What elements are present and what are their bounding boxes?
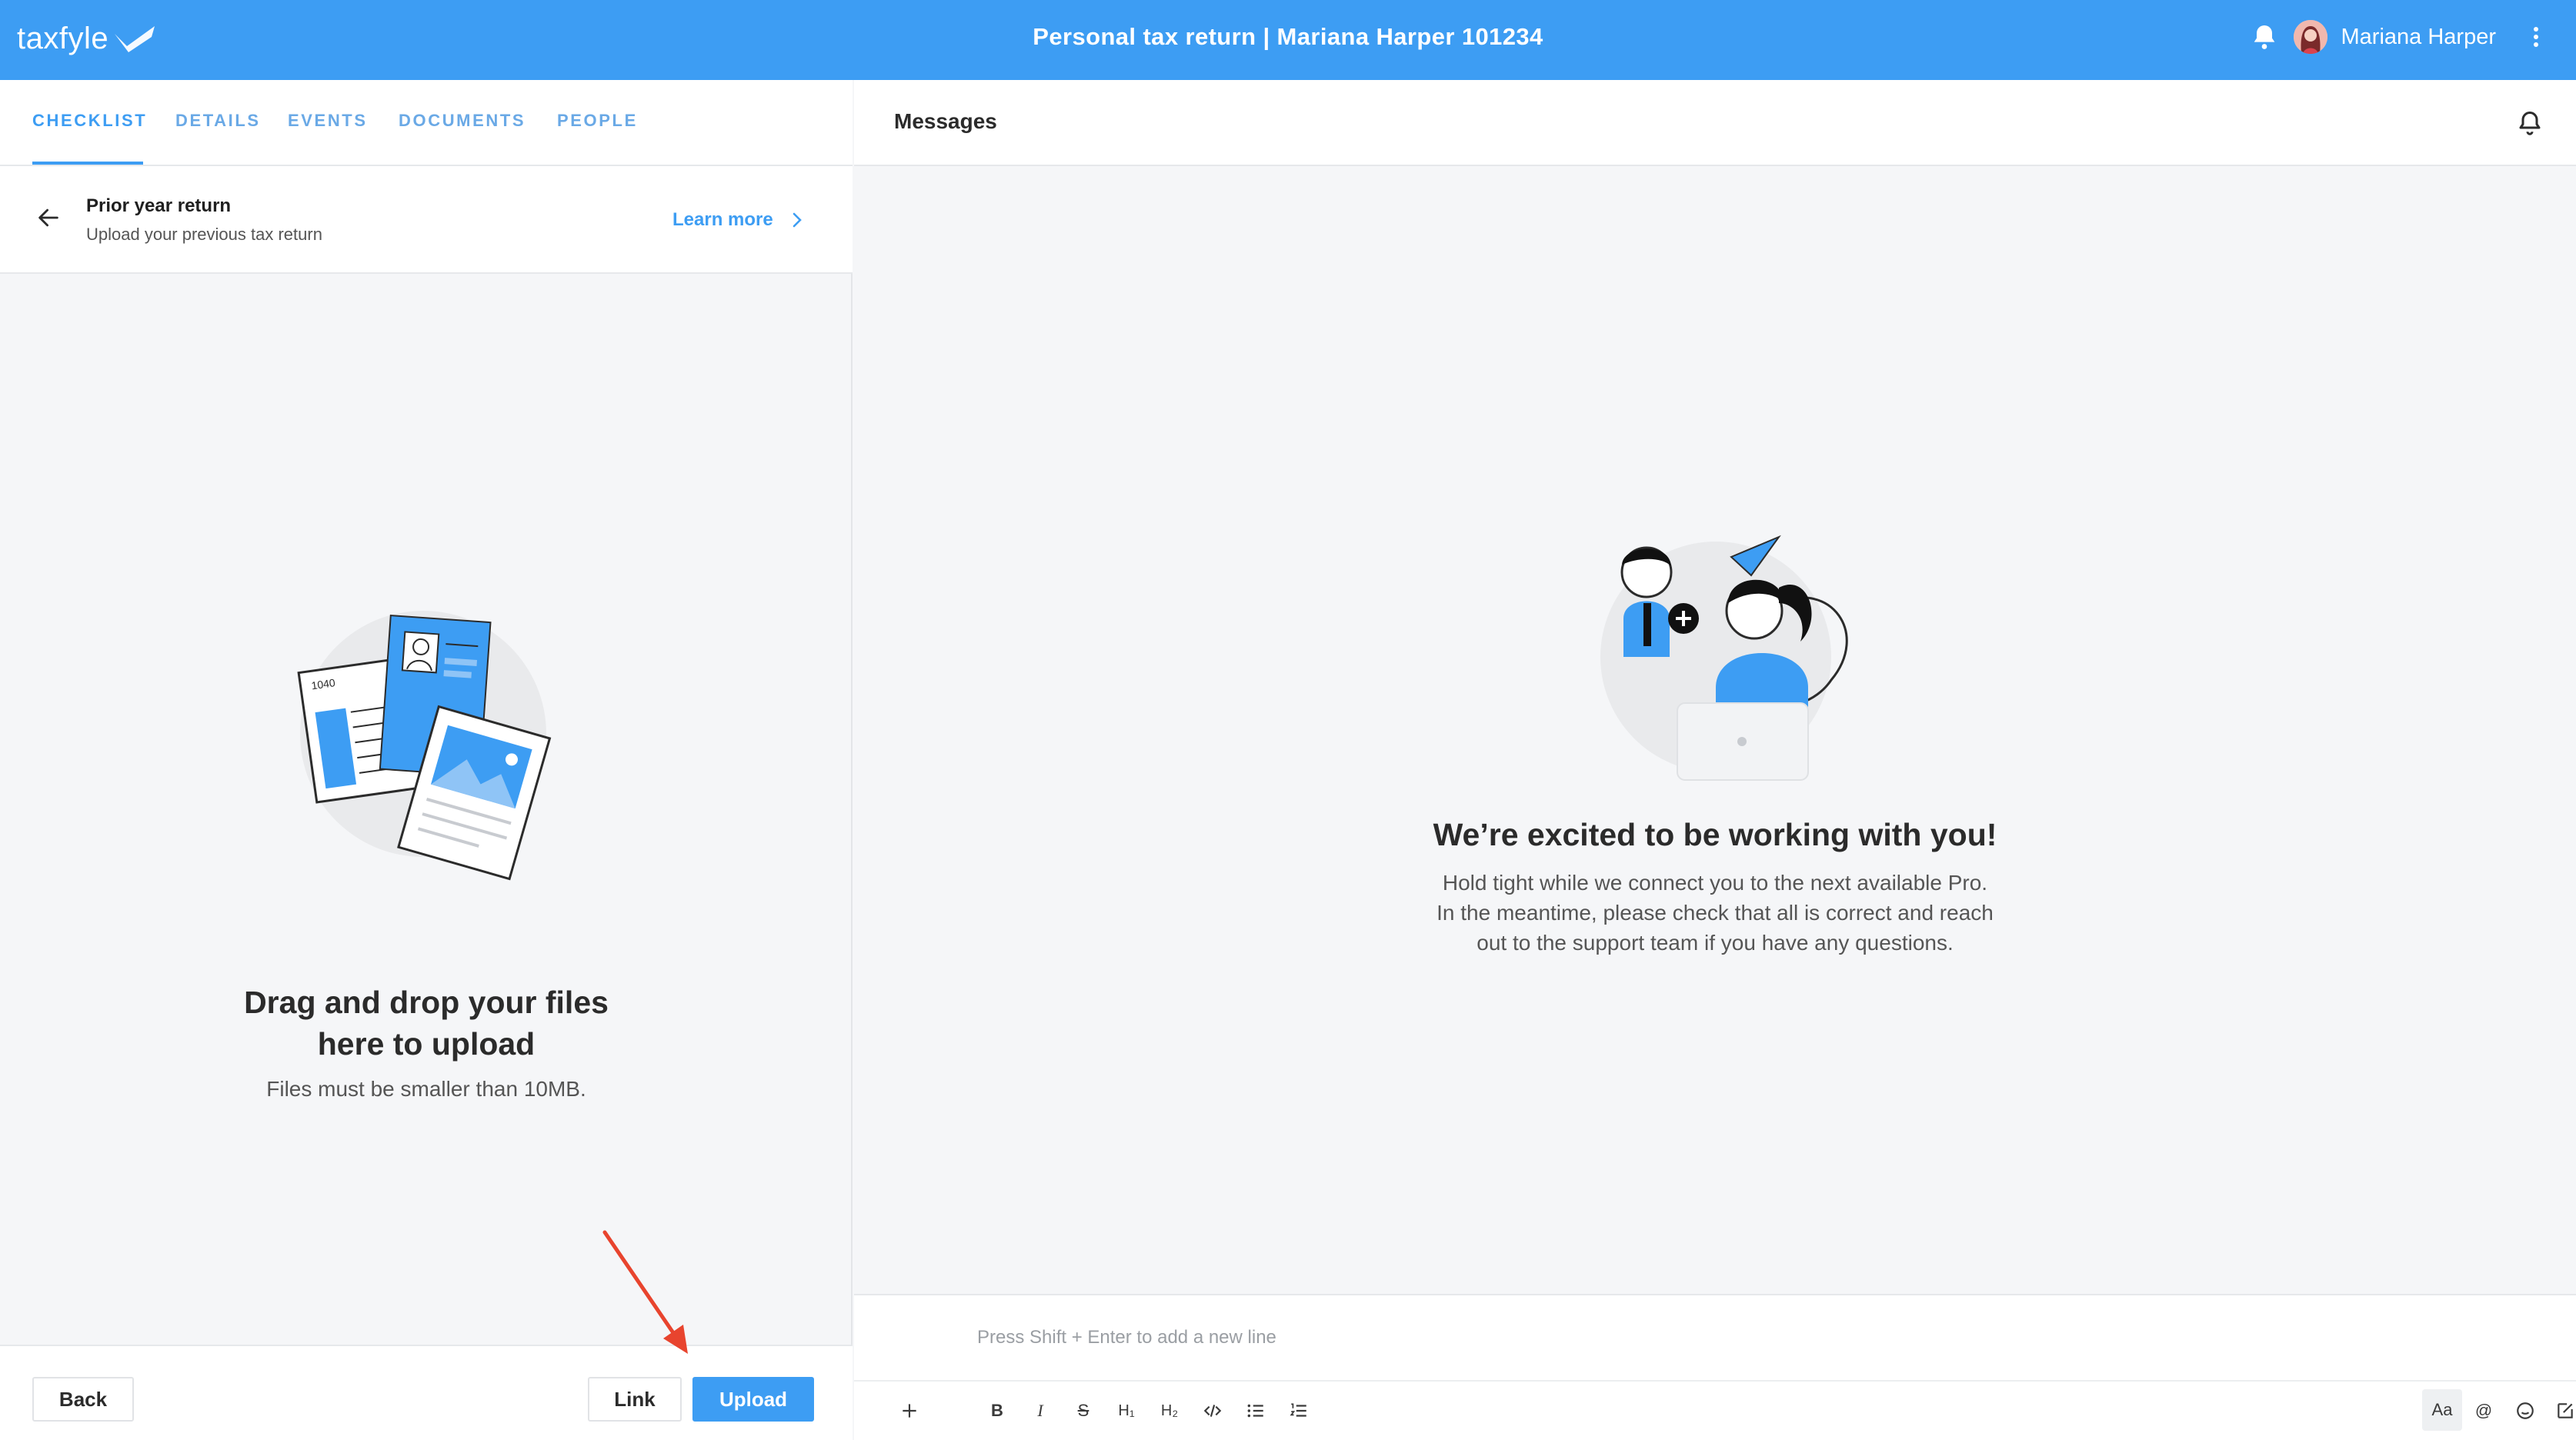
checklist-footer: Back Link Upload <box>0 1345 853 1440</box>
tab-checklist[interactable]: CHECKLIST <box>32 111 147 131</box>
user-name[interactable]: Mariana Harper <box>2341 25 2496 50</box>
learn-more-link[interactable]: Learn more <box>672 209 804 231</box>
code-icon <box>1203 1405 1222 1417</box>
back-button[interactable]: Back <box>32 1377 134 1422</box>
code-button[interactable] <box>1197 1395 1228 1426</box>
compose-button[interactable] <box>2550 1395 2576 1426</box>
messages-header: Messages <box>854 80 2576 166</box>
strikethrough-button[interactable]: S <box>1068 1395 1099 1426</box>
checklist-panel: CHECKLIST DETAILS EVENTS DOCUMENTS PEOPL… <box>0 80 853 1440</box>
numbered-list-icon <box>1290 1403 1306 1417</box>
bell-icon[interactable] <box>2516 109 2544 137</box>
welcome-title: We’re excited to be working with you! <box>1433 817 1997 852</box>
tab-documents[interactable]: DOCUMENTS <box>399 111 526 131</box>
bold-button[interactable]: B <box>982 1395 1013 1426</box>
bell-icon[interactable] <box>2249 22 2280 52</box>
heading2-button[interactable]: H₂ <box>1154 1395 1185 1426</box>
welcome-illustration <box>1600 535 1848 781</box>
documents-illustration: 1040 <box>297 611 552 881</box>
dropzone-subtitle: Files must be smaller than 10MB. <box>266 1077 586 1101</box>
learn-more-label: Learn more <box>672 209 773 230</box>
heading1-button[interactable]: H₁ <box>1111 1395 1142 1426</box>
checklist-item-subtitle: Upload your previous tax return <box>86 225 322 244</box>
emoji-icon <box>2517 1402 2534 1419</box>
link-button[interactable]: Link <box>588 1377 682 1422</box>
mention-button[interactable]: @ <box>2468 1395 2499 1426</box>
checklist-item-title: Prior year return <box>86 195 232 216</box>
compose-icon <box>2558 1403 2573 1418</box>
dropzone-title-line-2: here to upload <box>317 1026 536 1062</box>
welcome-line-3: out to the support team if you have any … <box>1477 931 1954 955</box>
dropzone-title-line-1: Drag and drop your files <box>244 985 609 1020</box>
composer-divider <box>854 1380 2576 1382</box>
welcome-body: Hold tight while we connect you to the n… <box>854 868 2576 958</box>
message-composer: B I S H₁ H₂ Aa @ <box>854 1294 2576 1440</box>
emoji-button[interactable] <box>2510 1395 2541 1426</box>
arrow-left-icon[interactable] <box>35 205 62 231</box>
top-bar-actions: Mariana Harper <box>2249 0 2576 74</box>
messages-panel: Messages We’re excited to be working wit… <box>854 80 2576 1440</box>
avatar[interactable] <box>2293 20 2327 54</box>
tab-events[interactable]: EVENTS <box>288 111 368 131</box>
page-title: Personal tax return | Mariana Harper 101… <box>1033 23 1543 50</box>
welcome-line-2: In the meantime, please check that all i… <box>1436 901 1994 925</box>
bullet-list-icon <box>1247 1404 1263 1418</box>
kebab-icon[interactable] <box>2528 22 2544 52</box>
italic-button[interactable]: I <box>1025 1395 1056 1426</box>
upload-button[interactable]: Upload <box>692 1377 814 1422</box>
bullet-list-button[interactable] <box>1240 1395 1271 1426</box>
add-attachment-button[interactable] <box>894 1395 925 1426</box>
message-input[interactable] <box>977 1317 2439 1358</box>
text-style-button[interactable]: Aa <box>2422 1389 2462 1431</box>
welcome-line-1: Hold tight while we connect you to the n… <box>1442 871 1988 895</box>
chevron-right-icon <box>792 212 802 228</box>
checklist-item-header: Prior year return Upload your previous t… <box>0 166 853 274</box>
messages-title: Messages <box>894 109 997 133</box>
tab-people[interactable]: PEOPLE <box>557 111 638 131</box>
numbered-list-button[interactable] <box>1283 1395 1314 1426</box>
plus-icon <box>903 1404 916 1418</box>
tab-details[interactable]: DETAILS <box>175 111 261 131</box>
dropzone-title: Drag and drop your files here to upload <box>0 982 853 1065</box>
tab-bar: CHECKLIST DETAILS EVENTS DOCUMENTS PEOPL… <box>0 80 853 166</box>
top-bar: taxfyle Personal tax return | Mariana Ha… <box>0 0 2576 80</box>
active-tab-indicator <box>32 162 143 165</box>
